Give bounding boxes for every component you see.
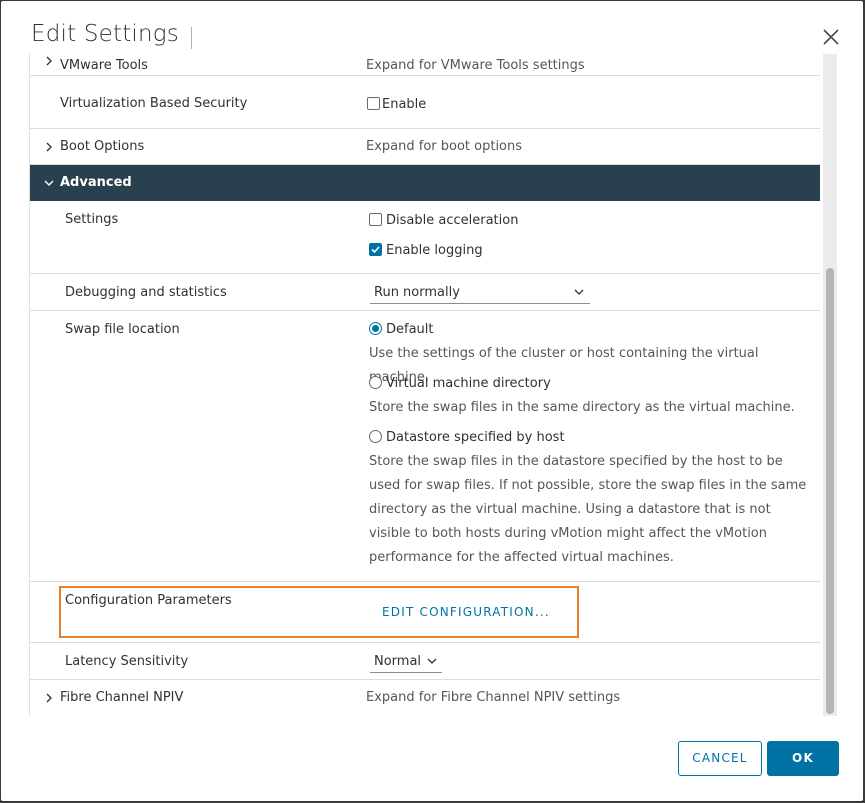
title-divider <box>191 27 192 49</box>
chevron-right-icon <box>46 142 52 152</box>
close-button[interactable] <box>821 27 841 47</box>
latency-select-value: Normal <box>374 654 422 669</box>
vmware-tools-desc: Expand for VMware Tools settings <box>366 58 585 73</box>
ok-button[interactable]: OK <box>767 741 839 776</box>
swap-vm-directory-desc: Store the swap files in the same directo… <box>369 400 795 415</box>
row-boot-options[interactable]: Boot Options Expand for boot options <box>30 129 820 165</box>
edit-settings-dialog: Edit Settings VMware Tools Expand for VM… <box>1 1 863 801</box>
enable-logging-checkbox[interactable] <box>369 243 382 256</box>
vbs-enable-checkbox[interactable] <box>367 97 380 110</box>
debugging-label: Debugging and statistics <box>65 285 227 300</box>
latency-select[interactable]: Normal <box>370 652 442 673</box>
swap-default-label: Default <box>386 322 434 337</box>
debugging-select-value: Run normally <box>374 285 460 300</box>
swap-vm-directory-label: Virtual machine directory <box>386 376 551 391</box>
checkmark-icon <box>371 246 380 254</box>
swap-file-label: Swap file location <box>65 322 180 337</box>
enable-logging-label: Enable logging <box>386 243 483 258</box>
boot-options-label: Boot Options <box>60 139 145 154</box>
disable-acceleration-checkbox[interactable] <box>369 213 382 226</box>
swap-datastore-label: Datastore specified by host <box>386 430 565 445</box>
latency-label: Latency Sensitivity <box>65 654 189 669</box>
edit-configuration-button[interactable]: EDIT CONFIGURATION... <box>382 605 550 619</box>
vbs-enable-label: Enable <box>382 97 427 112</box>
swap-datastore-desc: Store the swap files in the datastore sp… <box>369 454 807 565</box>
disable-acceleration-label: Disable acceleration <box>386 213 519 228</box>
swap-datastore-radio[interactable] <box>369 430 382 443</box>
advanced-label: Advanced <box>60 175 132 190</box>
debugging-select[interactable]: Run normally <box>370 283 590 304</box>
scrollbar-thumb[interactable] <box>826 268 834 714</box>
fibre-channel-label: Fibre Channel NPIV <box>60 690 184 705</box>
row-swap-file: Swap file location Default Use the setti… <box>30 311 820 582</box>
row-latency: Latency Sensitivity Normal <box>30 643 820 680</box>
settings-content: VMware Tools Expand for VMware Tools set… <box>29 54 820 716</box>
vbs-label: Virtualization Based Security <box>60 96 248 111</box>
chevron-down-icon <box>574 289 584 295</box>
swap-vm-directory-radio[interactable] <box>369 376 382 389</box>
boot-options-desc: Expand for boot options <box>366 139 523 154</box>
chevron-down-icon <box>44 180 54 186</box>
swap-default-radio[interactable] <box>369 322 382 335</box>
advanced-section-header[interactable]: Advanced <box>30 165 820 201</box>
config-params-label: Configuration Parameters <box>65 593 232 608</box>
row-fibre-channel[interactable]: Fibre Channel NPIV Expand for Fibre Chan… <box>30 680 820 716</box>
chevron-down-icon <box>427 658 437 664</box>
dialog-title: Edit Settings <box>31 21 179 47</box>
row-vmware-tools[interactable]: VMware Tools Expand for VMware Tools set… <box>30 54 820 76</box>
cancel-button[interactable]: CANCEL <box>678 741 762 776</box>
row-debugging: Debugging and statistics Run normally <box>30 274 820 311</box>
settings-label: Settings <box>65 212 119 227</box>
vmware-tools-label: VMware Tools <box>60 58 148 73</box>
row-vbs: Virtualization Based Security Enable <box>30 76 820 129</box>
fibre-channel-desc: Expand for Fibre Channel NPIV settings <box>366 690 621 705</box>
chevron-right-icon <box>46 56 52 66</box>
row-settings: Settings Disable acceleration Enable log… <box>30 201 820 274</box>
chevron-right-icon <box>46 693 52 703</box>
close-icon <box>823 29 839 45</box>
